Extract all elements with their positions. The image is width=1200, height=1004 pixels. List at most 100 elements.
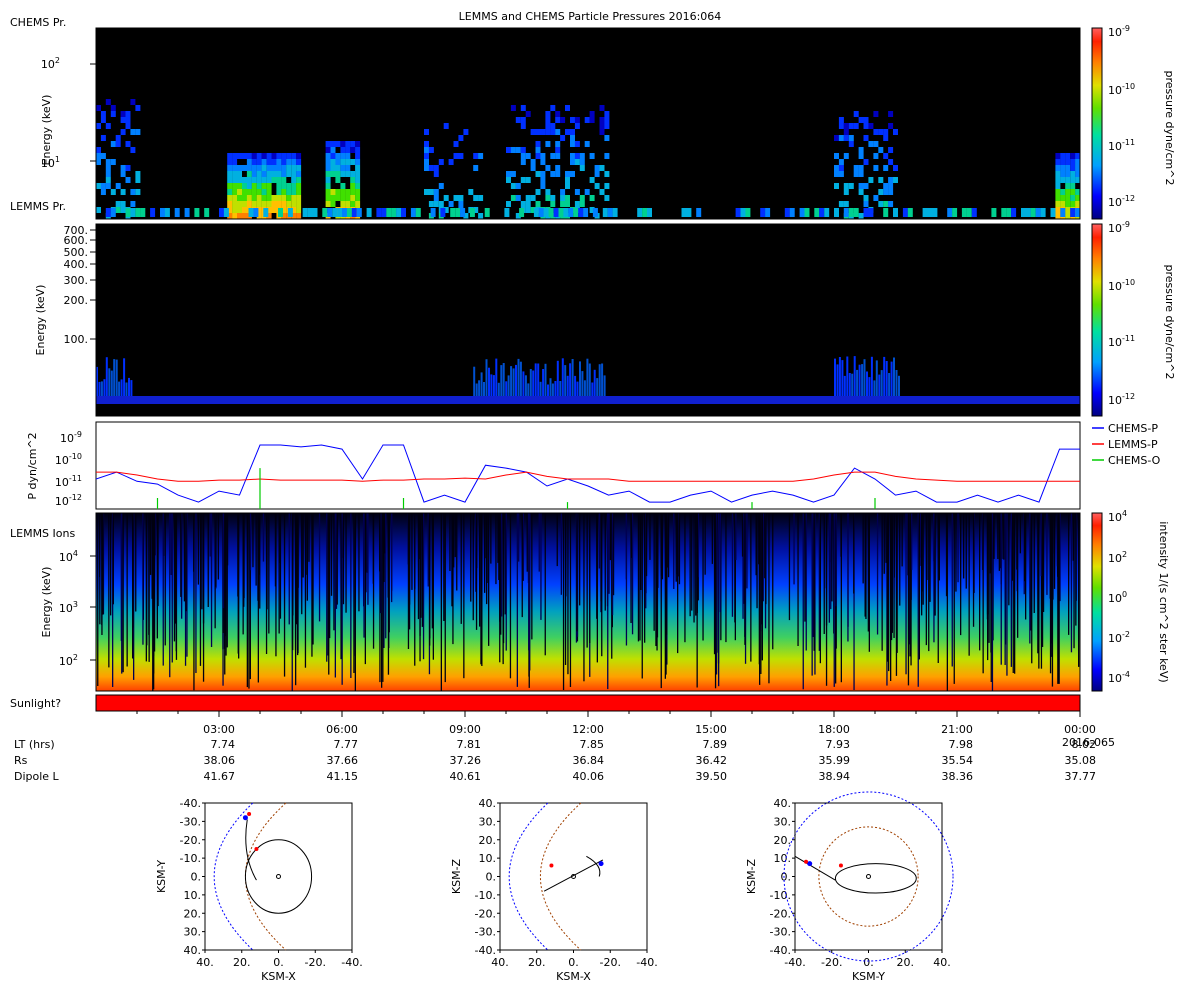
chems-cell [355, 177, 361, 183]
lemms-cell [556, 360, 559, 396]
ion-streak [982, 513, 984, 674]
ion-streak [918, 513, 920, 660]
chems-cell [237, 183, 242, 189]
ion-streak [454, 513, 456, 558]
chems-cell [458, 153, 464, 159]
chems-cell [1070, 171, 1076, 177]
ion-streak [579, 513, 581, 606]
lemms-cell [856, 369, 859, 396]
chems-cell [525, 177, 531, 183]
chems-cell [286, 171, 292, 177]
chems-cell [868, 177, 874, 183]
ion-streak [689, 513, 691, 617]
chems-cell [506, 201, 511, 207]
chems-cell [251, 201, 257, 207]
svg-text:100: 100 [1108, 590, 1127, 605]
spacecraft-position [598, 861, 604, 867]
legend-lemms-p: LEMMS-P [1108, 438, 1158, 451]
ion-streak [934, 513, 936, 616]
orbit-ytick-label: -30. [180, 815, 201, 828]
chems-cell [550, 195, 556, 201]
ion-streak [255, 513, 257, 586]
chems-cell [515, 183, 521, 189]
lemms-panel-name: LEMMS Pr. [10, 200, 66, 213]
chems-cell [204, 208, 210, 217]
chems-cell [140, 208, 146, 217]
ion-streak [1042, 513, 1044, 603]
chems-cell [330, 171, 336, 177]
ion-streak [630, 513, 632, 623]
ion-streak [797, 513, 799, 646]
ion-streak [148, 513, 150, 662]
ion-streak [968, 513, 970, 656]
lemms-cell [581, 371, 584, 396]
lemms-colorbar-ticks: 10-9 10-10 10-11 10-12 [1108, 220, 1135, 407]
ions-yticks: 104 103 102 [59, 549, 78, 668]
lemms-cell [853, 356, 856, 396]
chems-cell [286, 153, 292, 159]
chems-cell [276, 177, 282, 183]
ion-streak [382, 513, 384, 682]
ion-streak [97, 513, 99, 686]
figure-title: LEMMS and CHEMS Particle Pressures 2016:… [459, 10, 722, 23]
chems-cell [355, 183, 361, 189]
chems-cell [164, 208, 170, 217]
chems-cell [125, 111, 131, 117]
ion-streak [419, 513, 421, 662]
chems-cell [843, 153, 849, 159]
orbit-ytick-label: 0. [191, 871, 202, 884]
spacecraft-marker [804, 859, 809, 864]
chems-cell [834, 208, 839, 217]
chems-cell [345, 153, 351, 159]
chems-cell [574, 123, 580, 129]
chems-cell [345, 189, 351, 195]
chems-colorbar [1091, 27, 1103, 220]
chems-cell [135, 129, 141, 135]
chems-cell [428, 189, 434, 195]
chems-cell [96, 159, 101, 165]
ion-streak [193, 513, 195, 572]
chems-cell [1075, 189, 1081, 195]
ion-streak [379, 513, 381, 572]
ion-streak [825, 513, 828, 686]
ion-streak [1058, 513, 1060, 684]
chems-cell [1060, 201, 1066, 207]
chems-cell [110, 159, 116, 165]
ion-streak [641, 513, 643, 679]
chems-cell [553, 208, 559, 217]
ion-streak [421, 513, 423, 627]
chems-cell [647, 208, 652, 217]
ion-streak [1030, 513, 1032, 631]
chems-cell [281, 153, 287, 159]
chems-cell [246, 153, 252, 159]
ion-streak [237, 513, 239, 597]
ion-streak [888, 513, 890, 672]
ion-streak [180, 513, 182, 597]
chems-cell [883, 208, 889, 217]
ion-streak [365, 513, 367, 572]
lemms-cell [130, 380, 133, 396]
chems-cell [574, 201, 580, 207]
chems-cell [281, 159, 287, 165]
ion-streak [596, 513, 598, 619]
chems-cell [281, 183, 287, 189]
ion-streak [135, 513, 137, 612]
lemms-cell [893, 357, 895, 396]
ion-streak [835, 513, 837, 607]
chems-cell [550, 201, 556, 207]
chems-cell [232, 159, 238, 165]
chems-cell [424, 147, 429, 153]
ion-streak [865, 513, 867, 619]
ion-streak [631, 513, 634, 635]
ion-streak [765, 513, 767, 605]
ion-streak [353, 513, 355, 673]
ion-streak [833, 513, 835, 687]
chems-cell [223, 208, 229, 217]
svg-text:10-9: 10-9 [60, 430, 82, 445]
chems-cell [350, 183, 356, 189]
chems-cell [535, 171, 541, 177]
chems-cell [276, 159, 282, 165]
chems-cell [424, 189, 429, 195]
svg-text:10-12: 10-12 [1108, 392, 1135, 407]
chems-cell [261, 165, 267, 171]
